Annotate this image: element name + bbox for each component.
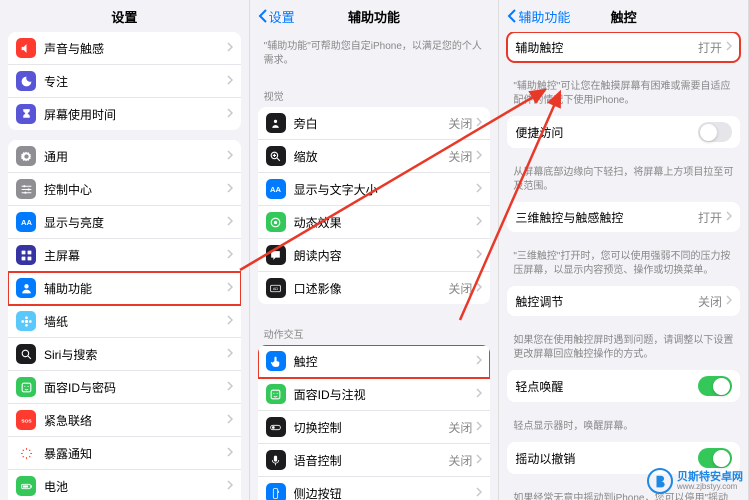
list-item[interactable]: 电池 <box>8 470 241 500</box>
list-item[interactable]: 面容ID与注视 <box>258 378 491 411</box>
chevron-right-icon <box>227 477 233 495</box>
person-icon <box>16 278 36 298</box>
row-label: 紧急联络 <box>44 412 227 429</box>
chevron-right-icon <box>476 418 482 436</box>
faceid-icon <box>266 384 286 404</box>
row-value: 打开 <box>698 39 722 56</box>
chevron-right-icon <box>476 385 482 403</box>
svg-text:SOS: SOS <box>21 418 32 424</box>
row-label: 电池 <box>44 478 227 495</box>
chevron-right-icon <box>227 345 233 363</box>
list-item[interactable]: Siri与搜索 <box>8 338 241 371</box>
battery-icon <box>16 476 36 496</box>
row-label: 触控 <box>294 353 477 370</box>
search-icon <box>16 344 36 364</box>
row-label: 侧边按钮 <box>294 485 477 500</box>
row-label: 摇动以撤销 <box>515 450 698 467</box>
header: 辅助功能 触控 <box>499 0 748 32</box>
grid-icon <box>16 245 36 265</box>
row-value: 打开 <box>698 209 722 226</box>
switch-icon <box>266 417 286 437</box>
row-label: 暴露通知 <box>44 445 227 462</box>
gear-icon <box>16 146 36 166</box>
row-label: 切换控制 <box>294 419 449 436</box>
list-item[interactable]: 暴露通知 <box>8 437 241 470</box>
svg-text:AA: AA <box>21 218 32 227</box>
chevron-right-icon <box>476 451 482 469</box>
list-item[interactable]: 轻点唤醒 <box>507 370 740 402</box>
sliders-icon <box>16 179 36 199</box>
chevron-right-icon <box>726 38 732 56</box>
chevron-right-icon <box>227 378 233 396</box>
list-item[interactable]: 切换控制关闭 <box>258 411 491 444</box>
list-item[interactable]: SOS 紧急联络 <box>8 404 241 437</box>
annotation-arrow-2 <box>300 80 600 330</box>
page-title: 触控 <box>611 7 637 26</box>
toggle-switch[interactable] <box>698 122 732 142</box>
description-text: 轻点显示器时，唤醒屏幕。 <box>507 412 740 442</box>
list-item[interactable]: 声音与触感 <box>8 32 241 65</box>
list-item[interactable]: 辅助触控打开 <box>507 32 740 62</box>
description-text: 如果您在使用触控屏时遇到问题，请调整以下设置更改屏幕回应触控操作的方式。 <box>507 326 740 370</box>
row-label: 语音控制 <box>294 452 449 469</box>
back-button[interactable]: 设置 <box>258 7 295 26</box>
speaker-icon <box>16 38 36 58</box>
chevron-right-icon <box>726 208 732 226</box>
chevron-right-icon <box>227 444 233 462</box>
watermark-logo-icon <box>647 468 673 494</box>
back-button[interactable]: 辅助功能 <box>507 7 570 26</box>
hourglass-icon <box>16 104 36 124</box>
chevron-right-icon <box>227 39 233 57</box>
intro-text: "辅助功能"可帮助您自定iPhone，以满足您的个人需求。 <box>258 32 491 76</box>
list-item[interactable]: 侧边按钮 <box>258 477 491 500</box>
page-title: 辅助功能 <box>348 7 400 26</box>
toggle-switch[interactable] <box>698 448 732 468</box>
header: 设置 <box>0 0 249 32</box>
row-value: 关闭 <box>448 452 472 469</box>
header: 设置 辅助功能 <box>250 0 499 32</box>
mic-icon <box>266 450 286 470</box>
faceid-icon <box>16 377 36 397</box>
side-icon <box>266 483 286 500</box>
list-item[interactable]: 语音控制关闭 <box>258 444 491 477</box>
aa-icon: AA <box>16 212 36 232</box>
row-value: 关闭 <box>448 419 472 436</box>
flower-icon <box>16 311 36 331</box>
page-title: 设置 <box>111 7 137 26</box>
moon-icon <box>16 71 36 91</box>
row-value: 关闭 <box>698 293 722 310</box>
watermark: 贝斯特安卓网www.zjbstyy.com <box>647 468 743 494</box>
toggle-switch[interactable] <box>698 376 732 396</box>
chevron-right-icon <box>726 292 732 310</box>
row-label: 面容ID与注视 <box>294 386 477 403</box>
chevron-right-icon <box>476 484 482 500</box>
row-label: 辅助触控 <box>515 39 698 56</box>
row-label: 声音与触感 <box>44 40 227 57</box>
chevron-right-icon <box>476 352 482 370</box>
chevron-right-icon <box>227 411 233 429</box>
list-item[interactable]: 触控 <box>258 345 491 378</box>
list-item[interactable]: 面容ID与密码 <box>8 371 241 404</box>
virus-icon <box>16 443 36 463</box>
row-label: 面容ID与密码 <box>44 379 227 396</box>
row-label: 轻点唤醒 <box>515 378 698 395</box>
touch-icon <box>266 351 286 371</box>
sos-icon: SOS <box>16 410 36 430</box>
row-label: Siri与搜索 <box>44 346 227 363</box>
